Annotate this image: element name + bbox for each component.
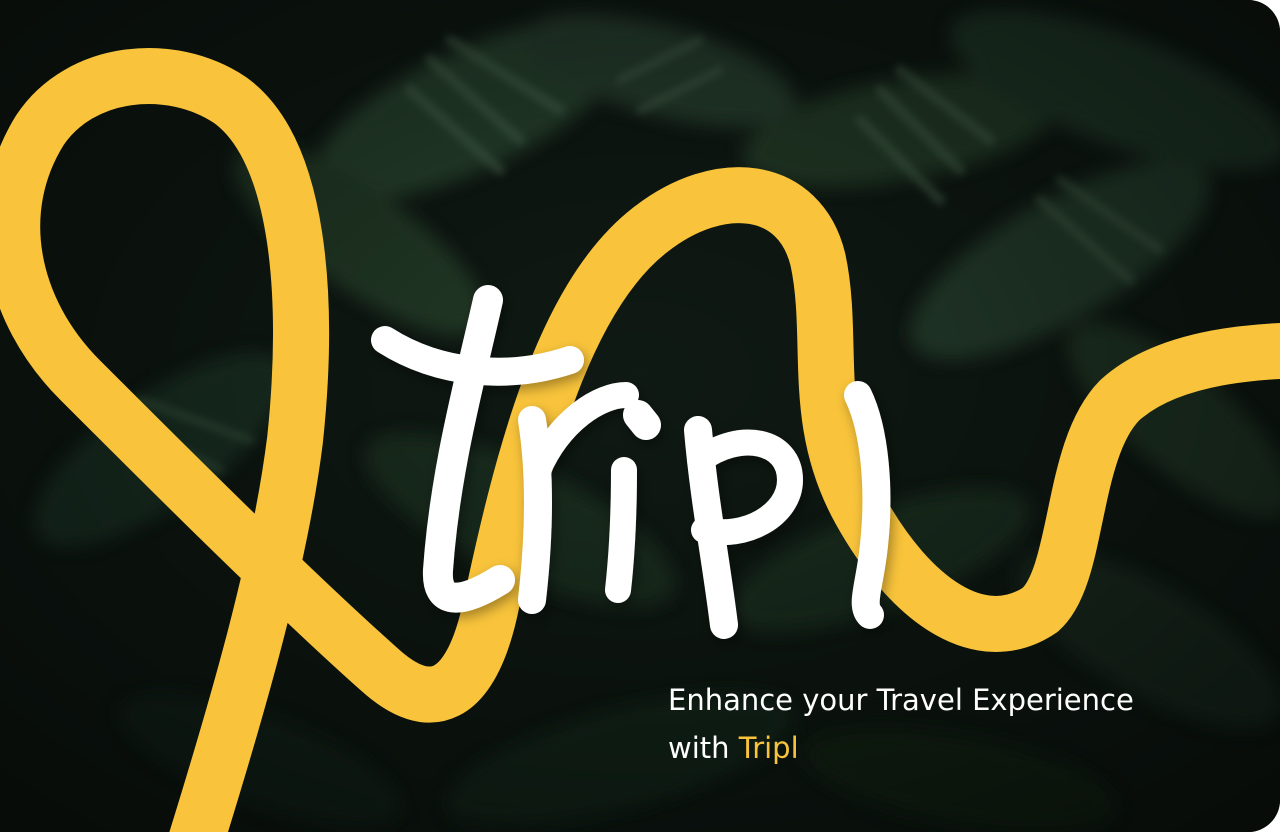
tagline-line-2: with Tripl: [668, 724, 1228, 772]
tagline: Enhance your Travel Experience with Trip…: [668, 676, 1228, 772]
tagline-prefix: Enhance your Travel Experience: [668, 683, 1134, 717]
tagline-with: with: [668, 731, 730, 765]
tagline-line-1: Enhance your Travel Experience: [668, 676, 1228, 724]
tagline-brand: Tripl: [738, 731, 799, 765]
splash-screen: Enhance your Travel Experience with Trip…: [0, 0, 1280, 832]
